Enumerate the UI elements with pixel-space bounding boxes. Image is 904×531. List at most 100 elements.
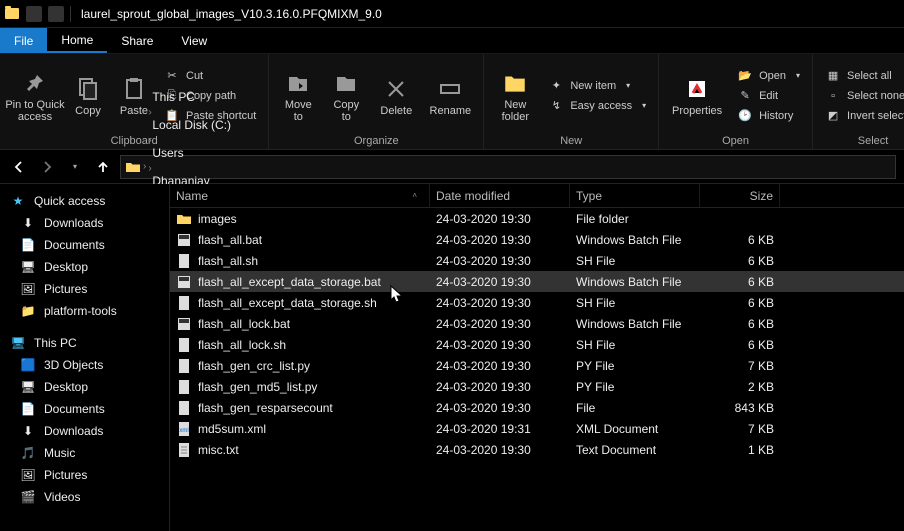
sidebar-item[interactable]: 🎵Music <box>0 442 169 464</box>
new-folder-icon <box>501 69 529 97</box>
address-bar[interactable]: › This PC›Local Disk (C:)›Users›Dhananja… <box>120 155 896 179</box>
sidebar-this-pc[interactable]: 🖥 This PC <box>0 332 169 354</box>
file-name: flash_all_lock.bat <box>198 317 290 331</box>
copy-button[interactable]: Copy <box>68 58 108 133</box>
sidebar-item[interactable]: 🖥Desktop <box>0 256 169 278</box>
pin-icon <box>21 69 49 97</box>
sidebar-item-icon: 🎬 <box>20 489 36 505</box>
nav-forward-button[interactable] <box>36 156 58 178</box>
properties-icon <box>683 75 711 103</box>
file-row[interactable]: flash_all.sh24-03-2020 19:30SH File6 KB <box>170 250 904 271</box>
sidebar-item[interactable]: 🖼Pictures <box>0 278 169 300</box>
file-size: 6 KB <box>700 233 780 247</box>
sidebar-item-label: Desktop <box>44 260 88 274</box>
tab-share[interactable]: Share <box>107 28 167 53</box>
edit-icon: ✎ <box>737 88 753 104</box>
sidebar-item-label: Music <box>44 446 75 460</box>
svg-text:xml: xml <box>179 428 188 434</box>
file-icon: xml <box>176 421 192 437</box>
pin-to-quick-access-button[interactable]: Pin to Quick access <box>8 58 62 133</box>
file-row[interactable]: flash_gen_crc_list.py24-03-2020 19:30PY … <box>170 355 904 376</box>
nav-back-button[interactable] <box>8 156 30 178</box>
file-row[interactable]: flash_all.bat24-03-2020 19:30Windows Bat… <box>170 229 904 250</box>
chevron-right-icon: › <box>148 163 151 174</box>
file-date: 24-03-2020 19:30 <box>430 359 570 373</box>
ribbon-group-new: New folder ✦New item▾ ↯Easy access▾ New <box>484 54 659 149</box>
file-date: 24-03-2020 19:31 <box>430 422 570 436</box>
file-size: 6 KB <box>700 338 780 352</box>
file-size: 1 KB <box>700 443 780 457</box>
sort-indicator-icon: ˄ <box>412 191 417 200</box>
cut-button[interactable]: ✂Cut <box>160 67 260 85</box>
file-name: md5sum.xml <box>198 422 266 436</box>
new-folder-button[interactable]: New folder <box>492 58 538 133</box>
select-none-icon: ▫ <box>825 88 841 104</box>
invert-selection-button[interactable]: ◩Invert selection <box>821 107 904 125</box>
file-name: flash_gen_md5_list.py <box>198 380 317 394</box>
file-icon <box>176 211 192 227</box>
select-none-button[interactable]: ▫Select none <box>821 87 904 105</box>
nav-sidebar: ★ Quick access ⬇Downloads📄Documents🖥Desk… <box>0 184 170 531</box>
sidebar-item[interactable]: 📄Documents <box>0 234 169 256</box>
sidebar-item-label: platform-tools <box>44 304 117 318</box>
col-size[interactable]: Size <box>700 184 780 207</box>
address-folder-icon <box>125 159 141 175</box>
file-date: 24-03-2020 19:30 <box>430 338 570 352</box>
nav-up-button[interactable] <box>92 156 114 178</box>
file-row[interactable]: flash_gen_resparsecount24-03-2020 19:30F… <box>170 397 904 418</box>
file-row[interactable]: flash_gen_md5_list.py24-03-2020 19:30PY … <box>170 376 904 397</box>
file-row[interactable]: flash_all_except_data_storage.sh24-03-20… <box>170 292 904 313</box>
file-row[interactable]: images24-03-2020 19:30File folder <box>170 208 904 229</box>
breadcrumb-item[interactable]: Users <box>148 146 457 160</box>
sidebar-item[interactable]: 🖥Desktop <box>0 376 169 398</box>
ribbon-group-select: ▦Select all ▫Select none ◩Invert selecti… <box>813 54 904 149</box>
sidebar-item[interactable]: 📁platform-tools <box>0 300 169 322</box>
sidebar-item-label: Pictures <box>44 282 87 296</box>
sidebar-item[interactable]: 🎬Videos <box>0 486 169 508</box>
qat-icon-2[interactable] <box>48 6 64 22</box>
file-type: Text Document <box>570 443 700 457</box>
file-type: File folder <box>570 212 700 226</box>
sidebar-quick-access[interactable]: ★ Quick access <box>0 190 169 212</box>
sidebar-item[interactable]: 📄Documents <box>0 398 169 420</box>
sidebar-item[interactable]: 🖼Pictures <box>0 464 169 486</box>
file-row[interactable]: flash_all_lock.sh24-03-2020 19:30SH File… <box>170 334 904 355</box>
open-button[interactable]: 📂Open▾ <box>733 67 804 85</box>
file-row[interactable]: flash_all_except_data_storage.bat24-03-2… <box>170 271 904 292</box>
file-name: flash_gen_crc_list.py <box>198 359 310 373</box>
history-button[interactable]: 🕑History <box>733 107 804 125</box>
file-size: 6 KB <box>700 254 780 268</box>
nav-recent-button[interactable]: ▾ <box>64 156 86 178</box>
sidebar-item[interactable]: ⬇Downloads <box>0 212 169 234</box>
sidebar-item-label: Documents <box>44 238 105 252</box>
tab-view[interactable]: View <box>167 28 221 53</box>
file-pane: Name˄ Date modified Type Size images24-0… <box>170 184 904 531</box>
file-type: SH File <box>570 254 700 268</box>
open-icon: 📂 <box>737 68 753 84</box>
file-name: flash_all_lock.sh <box>198 338 286 352</box>
qat-icon-1[interactable] <box>26 6 42 22</box>
group-label-open: Open <box>667 133 804 147</box>
file-row[interactable]: misc.txt24-03-2020 19:30Text Document1 K… <box>170 439 904 460</box>
col-date[interactable]: Date modified <box>430 184 570 207</box>
properties-button[interactable]: Properties <box>667 58 727 133</box>
file-icon <box>176 253 192 269</box>
file-date: 24-03-2020 19:30 <box>430 296 570 310</box>
tab-file[interactable]: File <box>0 28 47 53</box>
col-type[interactable]: Type <box>570 184 700 207</box>
new-item-button[interactable]: ✦New item▾ <box>544 77 650 95</box>
sidebar-item[interactable]: 🟦3D Objects <box>0 354 169 376</box>
tab-home[interactable]: Home <box>47 28 107 53</box>
breadcrumb-item[interactable]: This PC <box>148 90 457 104</box>
file-size: 6 KB <box>700 296 780 310</box>
easy-access-button[interactable]: ↯Easy access▾ <box>544 97 650 115</box>
file-row[interactable]: xmlmd5sum.xml24-03-2020 19:31XML Documen… <box>170 418 904 439</box>
sidebar-item[interactable]: ⬇Downloads <box>0 420 169 442</box>
edit-button[interactable]: ✎Edit <box>733 87 804 105</box>
breadcrumb-item[interactable]: Local Disk (C:) <box>148 118 457 132</box>
col-name[interactable]: Name˄ <box>170 184 430 207</box>
file-type: File <box>570 401 700 415</box>
select-all-button[interactable]: ▦Select all <box>821 67 904 85</box>
file-row[interactable]: flash_all_lock.bat24-03-2020 19:30Window… <box>170 313 904 334</box>
file-date: 24-03-2020 19:30 <box>430 212 570 226</box>
